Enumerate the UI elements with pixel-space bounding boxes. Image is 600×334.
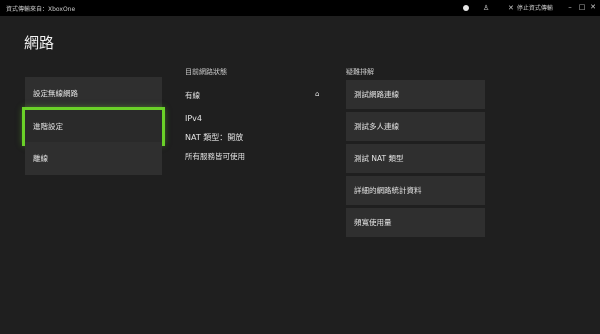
nav-item-label: 設定無線網路 [33,89,78,98]
nav-item-label: 進階設定 [33,122,63,131]
minimize-icon[interactable]: – [566,3,574,13]
detailed-network-statistics-button[interactable]: 詳細的網路統計資料 [346,176,485,205]
button-label: 測試多人連線 [354,122,399,131]
nav-item-advanced-settings[interactable]: 進階設定 [22,107,165,146]
services-status: 所有服務皆可使用 [185,152,245,161]
xbox-icon[interactable] [461,3,471,13]
window-title: 資式傳輸來自：XboxOne [6,6,76,13]
button-label: 測試網路連線 [354,90,399,99]
stop-streaming-button[interactable]: ✕ 停止資式傳輸 [508,3,553,13]
connection-type: 有線 [185,91,200,100]
title-bar: 資式傳輸來自：XboxOne ♙ ✕ 停止資式傳輸 – □ ✕ [0,0,600,16]
nat-type: NAT 類型：開放 [185,133,244,142]
test-multiplayer-connection-button[interactable]: 測試多人連線 [346,112,485,141]
maximize-icon[interactable]: □ [578,3,586,13]
nav-item-wireless-setup[interactable]: 設定無線網路 [25,77,162,110]
button-label: 測試 NAT 類型 [354,154,404,163]
button-label: 詳細的網路統計資料 [354,186,422,195]
button-label: 頻寬使用量 [354,218,392,227]
nav-item-label: 離線 [33,154,48,163]
nav-item-go-offline[interactable]: 離線 [25,142,162,175]
ethernet-icon: ⌂ [315,90,320,98]
test-network-connection-button[interactable]: 測試網路連線 [346,80,485,109]
ip-protocol: IPv4 [185,114,203,123]
troubleshoot-heading: 疑難排解 [346,68,374,76]
window-close-icon[interactable]: ✕ [589,3,597,13]
test-nat-type-button[interactable]: 測試 NAT 類型 [346,144,485,173]
close-icon: ✕ [508,3,514,12]
stop-streaming-label: 停止資式傳輸 [516,5,553,12]
network-status-heading: 目前網路狀態 [185,68,227,76]
page-title: 網路 [24,34,55,52]
person-icon[interactable]: ♙ [481,3,491,13]
bandwidth-usage-button[interactable]: 頻寬使用量 [346,208,485,237]
